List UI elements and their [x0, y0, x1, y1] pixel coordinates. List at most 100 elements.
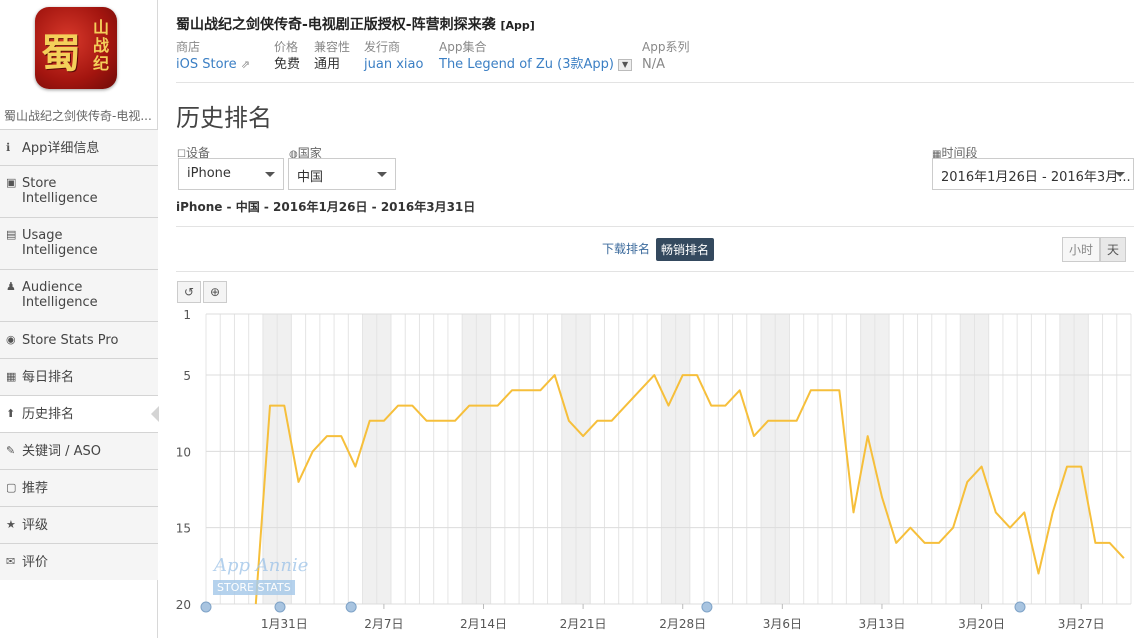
divider: [176, 82, 1134, 83]
sidebar-item-3[interactable]: ♟ Audience Intelligence: [0, 269, 158, 321]
x-tick-label: 3月13日: [859, 617, 906, 631]
reset-zoom-icon[interactable]: ↺: [177, 281, 201, 303]
range-summary: iPhone - 中国 - 2016年1月26日 - 2016年3月31日: [176, 200, 476, 214]
calendar-icon: ▦: [6, 370, 17, 383]
meta-price-value: 免费: [274, 57, 301, 72]
keyword-icon: ✎: [6, 444, 16, 457]
weekend-band: [675, 314, 690, 604]
country-select[interactable]: 中国: [288, 158, 396, 190]
sidebar-item-label: 历史排名: [22, 407, 75, 422]
granularity-toggle: 小时 天: [1062, 237, 1127, 262]
device-select[interactable]: iPhone: [178, 158, 284, 190]
meta-series-value: N/A: [642, 57, 665, 72]
app-title: 蜀山战纪之剑侠传奇-电视剧正版授权-阵营刺探来袭 [App]: [176, 14, 535, 34]
day-button[interactable]: 天: [1100, 237, 1127, 262]
store-icon: ▣: [6, 176, 17, 189]
watermark-badge: STORE STATS: [213, 580, 295, 595]
weekend-band: [874, 314, 890, 604]
sidebar-item-label: 评级: [22, 518, 49, 533]
sidebar-item-7[interactable]: ✎ 关键词 / ASO: [0, 432, 158, 469]
annotation-marker: [701, 601, 713, 613]
rank-chart-svg: 151015201月31日 2月7日 2月14日 2月21日 2月28日 3月6日 3月13…: [176, 308, 1132, 631]
annotation-marker: [345, 601, 357, 613]
weekend-band: [561, 314, 576, 604]
downloads-rank-tab[interactable]: 下载排名: [602, 240, 650, 257]
sidebar-item-label: Store Stats Pro: [22, 333, 119, 348]
x-tick-label: 2月7日: [364, 617, 403, 631]
app-icon[interactable]: 蜀 山战纪: [35, 7, 117, 89]
x-tick-label: 3月27日: [1058, 617, 1105, 631]
divider: [176, 226, 1134, 227]
sidebar-item-1[interactable]: ▣ Store Intelligence: [0, 165, 158, 217]
pro-icon: ◉: [6, 333, 16, 346]
weekend-band: [376, 314, 391, 604]
device-select-value: iPhone: [187, 166, 231, 181]
meta-series-label: App系列: [642, 40, 690, 54]
sidebar-item-label: App详细信息: [22, 141, 100, 156]
meta-price: 价格 免费: [274, 39, 300, 75]
meta-series: App系列 N/A: [642, 39, 689, 75]
period-select[interactable]: 2016年1月26日 - 2016年3月...: [932, 158, 1134, 190]
sidebar-item-label: Usage Intelligence: [22, 228, 98, 258]
meta-publisher-value[interactable]: juan xiao: [364, 55, 423, 75]
x-tick-label: 2月21日: [560, 617, 607, 631]
person-icon: ♟: [6, 280, 16, 293]
usage-icon: ▤: [6, 228, 17, 241]
meta-store-value[interactable]: iOS Store ⇗: [176, 55, 250, 75]
sidebar-item-6[interactable]: ⬆ 历史排名: [0, 395, 159, 432]
x-tick-label: 2月14日: [460, 617, 507, 631]
sidebar-item-2[interactable]: ▤ Usage Intelligence: [0, 217, 158, 269]
sidebar-item-label: 推荐: [22, 481, 49, 496]
weekend-band: [1074, 314, 1089, 604]
weekend-band: [362, 314, 377, 604]
sidebar-item-label: 每日排名: [22, 370, 75, 385]
sidebar-item-0[interactable]: ℹ App详细信息: [0, 129, 158, 165]
app-title-text: 蜀山战纪之剑侠传奇-电视剧正版授权-阵营刺探来袭: [176, 17, 496, 33]
watermark-text: App Annie: [214, 555, 309, 576]
sidebar-item-label: Audience Intelligence: [22, 280, 98, 310]
info-icon: ℹ: [6, 141, 11, 154]
annotation-marker: [200, 601, 212, 613]
sidebar-item-4[interactable]: ◉ Store Stats Pro: [0, 321, 158, 358]
sidebar-item-8[interactable]: ▢ 推荐: [0, 469, 158, 506]
meta-collection-value[interactable]: The Legend of Zu (3款App) ▼: [439, 55, 633, 75]
app-icon-glyph-small: 山战纪: [93, 18, 110, 73]
page-title: 历史排名: [176, 104, 272, 132]
y-tick-label: 1: [183, 308, 191, 322]
zoom-icon[interactable]: ⊕: [203, 281, 227, 303]
weekend-band: [974, 314, 989, 604]
weekend-band: [1059, 314, 1075, 604]
sidebar-item-label: 关键词 / ASO: [22, 444, 102, 459]
sidebar-item-5[interactable]: ▦ 每日排名: [0, 358, 158, 395]
meta-compat-label: 兼容性: [314, 40, 351, 54]
app-type-tag: [App]: [500, 19, 535, 32]
sidebar-item-label: 评价: [22, 555, 49, 570]
meta-compat-value: 通用: [314, 57, 341, 72]
grossing-rank-tab[interactable]: 畅销排名: [656, 238, 715, 261]
meta-collection: App集合 The Legend of Zu (3款App) ▼: [439, 39, 633, 75]
x-tick-label: 3月20日: [958, 617, 1005, 631]
x-tick-label: 1月31日: [261, 617, 308, 631]
divider: [176, 271, 1134, 272]
external-link-icon: ⇗: [240, 58, 250, 71]
sidebar-item-9[interactable]: ★ 评级: [0, 506, 158, 543]
dropdown-icon[interactable]: ▼: [618, 58, 633, 71]
meta-store-label: 商店: [176, 40, 201, 54]
meta-publisher: 发行商 juan xiao: [364, 39, 423, 75]
weekend-band: [960, 314, 975, 604]
x-tick-label: 3月6日: [763, 617, 802, 631]
caret-icon: [265, 172, 275, 177]
country-select-value: 中国: [297, 170, 324, 185]
x-tick-label: 2月28日: [659, 617, 706, 631]
hour-button[interactable]: 小时: [1062, 237, 1101, 262]
weekend-band: [761, 314, 776, 604]
meta-publisher-label: 发行商: [364, 40, 401, 54]
app-icon-glyph: 蜀: [41, 30, 81, 77]
sidebar-item-10[interactable]: ✉ 评价: [0, 543, 158, 580]
weekend-band: [775, 314, 790, 604]
annotation-marker: [274, 601, 286, 613]
arrow-up-icon: ⬆: [6, 407, 16, 420]
y-tick-label: 10: [176, 445, 191, 459]
y-tick-label: 15: [176, 522, 191, 536]
comment-icon: ✉: [6, 555, 16, 568]
